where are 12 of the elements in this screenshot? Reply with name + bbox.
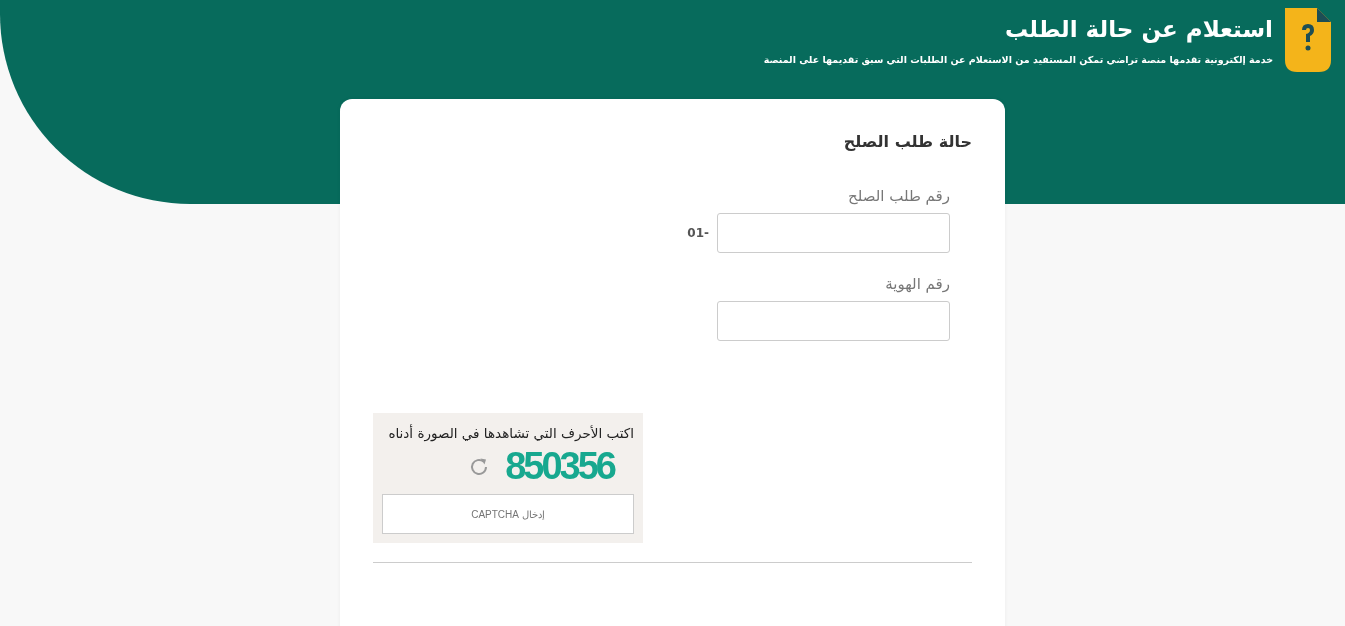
field-label: رقم طلب الصلح — [847, 187, 950, 205]
field-label: رقم الهوية — [884, 275, 950, 293]
captcha-code: 850356 — [505, 445, 614, 488]
input-field[interactable] — [717, 301, 950, 341]
document-question-icon — [1285, 8, 1331, 72]
number-prefix: 01- — [687, 226, 709, 240]
captcha-input[interactable]: إدخال CAPTCHA — [382, 494, 634, 534]
page-subtitle: خدمة إلكترونية تقدمها منصة تراضي تمكن المستفيد من الاستعلام عن الطلبات التي سبق تقديمها على المنصة — [763, 54, 1273, 65]
form-title: حالة طلب الصلح — [842, 132, 972, 151]
input-field[interactable] — [717, 213, 950, 253]
captcha-instruction: اكتب الأحرف التي تشاهدها في الصورة أدناه — [387, 425, 634, 441]
page-title: استعلام عن حالة الطلب — [1003, 15, 1273, 45]
